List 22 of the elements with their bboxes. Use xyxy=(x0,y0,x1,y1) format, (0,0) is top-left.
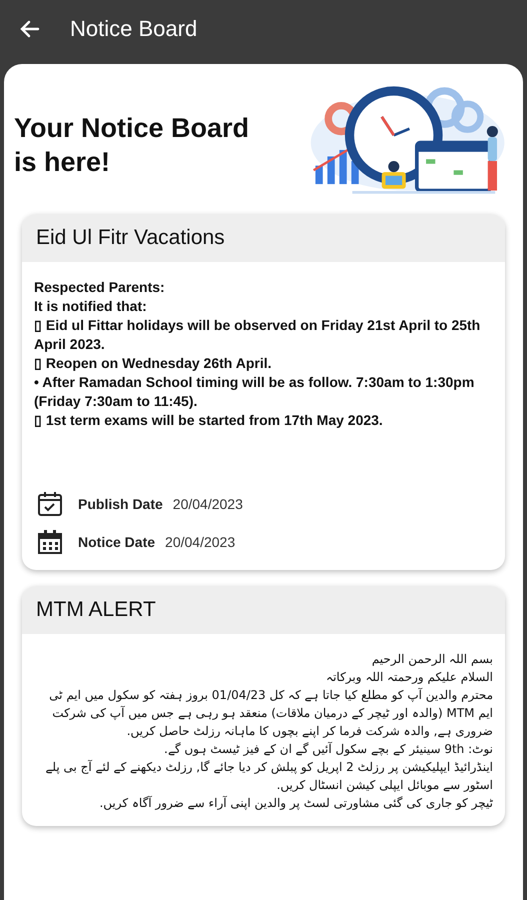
notice-text: نوٹ: 9th سینیئر کے بچے سکول آئیں گے ان کے فیز ٹیسٹ ہوں گے. xyxy=(163,741,493,758)
notice-text: محترم والدین آپ کو مطلع کیا جاتا ہے کہ کل 01/04/23 بروز ہفتہ کو سکول میں ایم ٹی ایم MTM (والدہ اور ٹیچر کے درمیان ملاقات) منعقد ہو رہی ہے جس میں آپ کی شرکت ضروری ہے, والدہ شرکت فرما کر اپنے بچوں کا ماہانہ رزلٹ حاصل کریں. xyxy=(48,686,493,740)
notice-text: ▯ Reopen on Wednesday 26th April. xyxy=(34,354,272,373)
notice-title: MTM ALERT xyxy=(22,586,505,634)
notice-text: بسم اللہ الرحمن الرحیم xyxy=(370,651,493,668)
notice-text: ▯ 1st term exams will be started from 17th May 2023. xyxy=(34,411,384,430)
calendar-icon xyxy=(36,528,64,556)
notice-text: السلام علیکم ورحمتہ اللہ وبرکاتہ xyxy=(325,669,493,686)
notice-title: Eid Ul Fitr Vacations xyxy=(22,214,505,262)
notice-text: It is notified that: xyxy=(34,297,148,316)
calendar-check-icon xyxy=(36,490,64,518)
date-label: Publish Date xyxy=(78,496,163,512)
notice-text: اینڈرائیڈ ایپلیکیشن پر رزلٹ 2 اپریل کو پبلش کر دیا جائے گا, رزلٹ دیکھنے کے لئے آج بی پلے اسٹور سے موبائل ایپلی کیشن انسٹال کریں. xyxy=(44,759,493,794)
notice-text: • After Ramadan School timing will be as follow. 7:30am to 1:30pm (Friday 7:30am to 11:45). xyxy=(34,373,476,411)
notice-text: Respected Parents: xyxy=(34,278,166,297)
notice-text: ٹیچر کو جاری کی گئی مشاورتی لسٹ پر والدین اپنی آراء سے ضرور آگاہ کریں. xyxy=(98,795,493,812)
hero-title: Your Notice Board is here! xyxy=(14,112,250,179)
notice-text: ▯ Eid ul Fittar holidays will be observed on Friday 21st April to 25th April 2023. xyxy=(34,316,482,354)
screen-title: Notice Board xyxy=(70,16,198,42)
date-value: 20/04/2023 xyxy=(172,496,243,512)
date-label: Notice Date xyxy=(78,534,156,550)
date-value: 20/04/2023 xyxy=(165,534,236,550)
